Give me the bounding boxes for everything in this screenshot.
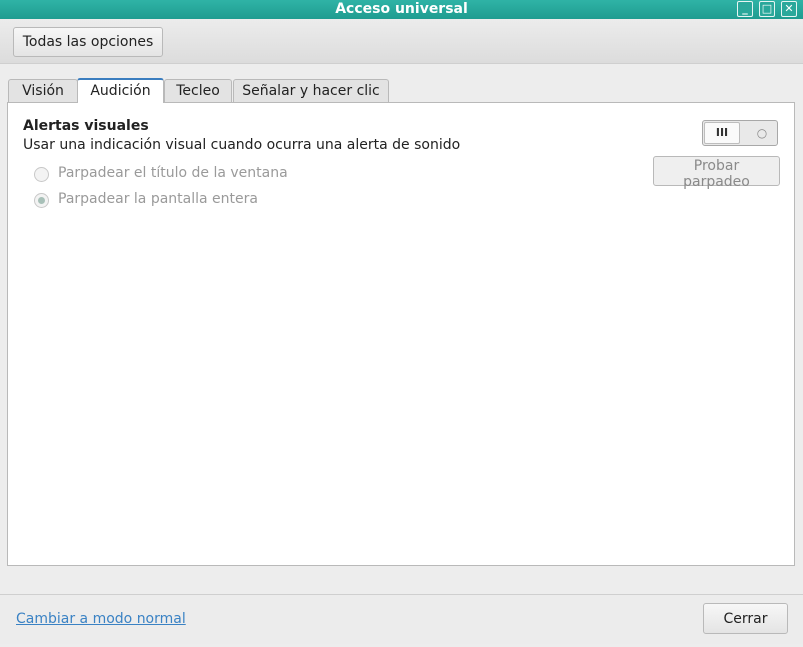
header-toolbar: Todas las opciones [0, 19, 803, 64]
maximize-icon: □ [761, 2, 773, 15]
close-icon: ✕ [784, 2, 794, 15]
all-settings-button[interactable]: Todas las opciones [13, 27, 163, 57]
minimize-button[interactable]: _ [737, 1, 753, 17]
visual-alerts-description: Usar una indicación visual cuando ocurra… [23, 137, 461, 153]
toggle-off-icon: ○ [756, 126, 768, 140]
window-titlebar: Acceso universal _ □ ✕ [0, 0, 803, 19]
close-window-button[interactable]: ✕ [781, 1, 797, 17]
radio-button[interactable] [34, 193, 49, 208]
tab-label: Visión [22, 83, 64, 99]
tab-audicion[interactable]: Audición [77, 78, 164, 103]
tab-senalar-hacer-clic[interactable]: Señalar y hacer clic [233, 79, 389, 103]
window-title: Acceso universal [335, 1, 468, 17]
tab-tecleo[interactable]: Tecleo [164, 79, 232, 103]
maximize-button[interactable]: □ [759, 1, 775, 17]
switch-normal-mode-link[interactable]: Cambiar a modo normal [16, 611, 186, 627]
visual-alerts-toggle[interactable]: III ○ [702, 120, 778, 146]
tab-label: Tecleo [176, 83, 220, 99]
tab-vision[interactable]: Visión [8, 79, 78, 103]
tab-label: Señalar y hacer clic [242, 83, 380, 99]
test-flash-button[interactable]: Probar parpadeo [653, 156, 780, 190]
radio-button[interactable] [34, 167, 49, 182]
close-button[interactable]: Cerrar [703, 603, 788, 634]
toggle-on-icon: III [704, 122, 740, 144]
tab-label: Audición [90, 83, 151, 99]
footer-bar: Cambiar a modo normal Cerrar [0, 594, 803, 644]
minimize-icon: _ [742, 2, 748, 15]
visual-alerts-heading: Alertas visuales [23, 118, 149, 134]
radio-label: Parpadear la pantalla entera [58, 191, 258, 207]
audicion-panel: Alertas visuales Usar una indicación vis… [7, 102, 795, 566]
radio-label: Parpadear el título de la ventana [58, 165, 288, 181]
